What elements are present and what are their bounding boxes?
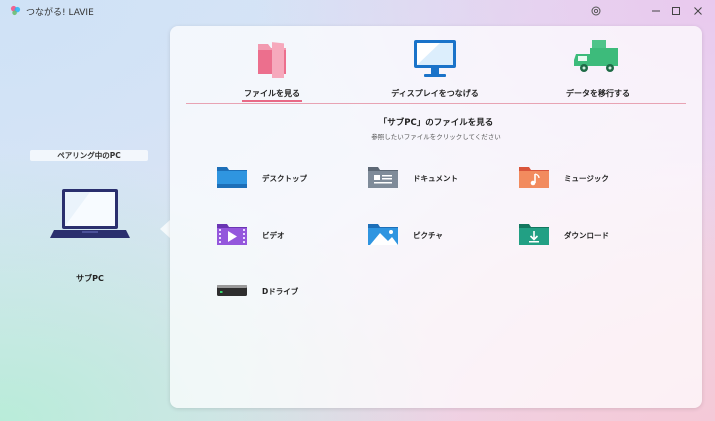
tab-label: データを移行する xyxy=(566,89,630,98)
folder-music[interactable]: ミュージック xyxy=(518,164,658,192)
tab-view-files[interactable]: ファイルを見る xyxy=(202,38,342,102)
tabs-divider xyxy=(186,103,686,104)
main-panel: ファイルを見る ディスプレイをつなげる データを移行する 「サブPC」のファイル… xyxy=(170,26,702,408)
title-bar: つながる! LAVIE xyxy=(0,0,715,22)
tab-migrate-data[interactable]: データを移行する xyxy=(528,38,668,102)
folder-desktop[interactable]: デスクトップ xyxy=(216,164,356,192)
section-subtitle: 参照したいファイルをクリックしてください xyxy=(371,133,501,141)
close-icon[interactable] xyxy=(690,3,706,19)
folder-documents[interactable]: ドキュメント xyxy=(367,164,507,192)
drive-icon xyxy=(217,285,247,296)
downloads-folder-icon xyxy=(519,224,549,245)
tab-connect-display[interactable]: ディスプレイをつなげる xyxy=(365,38,505,102)
minimize-icon[interactable] xyxy=(648,3,664,19)
folder-downloads[interactable]: ダウンロード xyxy=(518,221,658,249)
app-title: つながる! LAVIE xyxy=(26,8,94,18)
section-title: 「サブPC」のファイルを見る xyxy=(378,118,494,128)
video-folder-icon xyxy=(217,224,247,245)
folder-label: ドキュメント xyxy=(413,174,458,183)
monitor-icon xyxy=(414,40,456,77)
pictures-folder-icon xyxy=(368,224,398,245)
folder-label: ミュージック xyxy=(564,174,609,183)
folder-label: ダウンロード xyxy=(564,231,609,240)
maximize-icon[interactable] xyxy=(668,3,684,19)
desktop-folder-icon xyxy=(217,167,247,188)
folder-d-drive[interactable]: Dドライブ xyxy=(216,277,356,305)
folder-label: ビデオ xyxy=(262,231,285,240)
folder-label: デスクトップ xyxy=(262,174,307,183)
tab-label: ファイルを見る xyxy=(244,89,300,98)
help-icon[interactable] xyxy=(588,3,604,19)
folder-pictures[interactable]: ピクチャ xyxy=(367,221,507,249)
tab-label: ディスプレイをつなげる xyxy=(391,89,479,98)
laptop-icon[interactable] xyxy=(50,186,130,242)
folder-label: Dドライブ xyxy=(262,287,299,296)
documents-folder-icon xyxy=(368,167,398,188)
truck-icon xyxy=(574,40,618,72)
app-logo-icon xyxy=(10,5,21,16)
folder-label: ピクチャ xyxy=(413,231,443,240)
device-name: サブPC xyxy=(76,274,104,283)
folder-icon xyxy=(258,42,286,78)
folder-videos[interactable]: ビデオ xyxy=(216,221,356,249)
music-folder-icon xyxy=(519,167,549,188)
panel-pointer xyxy=(160,220,170,238)
active-tab-indicator xyxy=(242,100,302,102)
pairing-label: ペアリング中のPC xyxy=(30,150,148,161)
